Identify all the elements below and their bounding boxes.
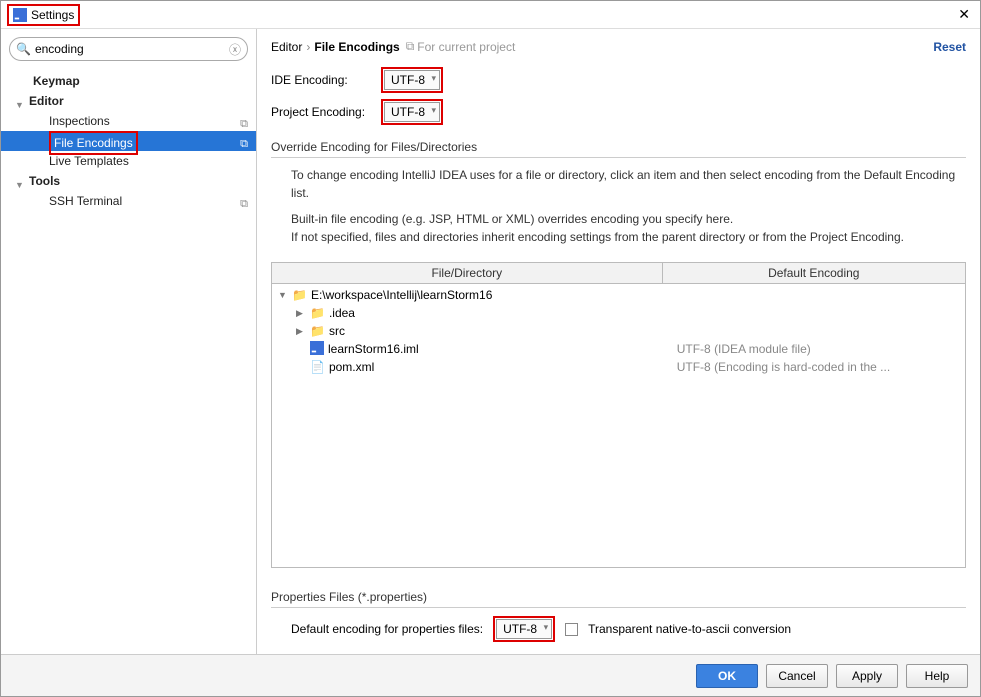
table-row[interactable]: ▶ 📁 src (272, 322, 965, 340)
folder-icon: 📁 (292, 288, 307, 302)
table-header: File/Directory Default Encoding (272, 263, 965, 284)
table-row[interactable]: ▶ 📁 .idea (272, 304, 965, 322)
file-name: E:\workspace\Intellij\learnStorm16 (311, 288, 492, 302)
ide-encoding-label: IDE Encoding: (271, 73, 375, 87)
properties-section-title: Properties Files (*.properties) (271, 590, 966, 608)
sidebar: 🔍 ⓧ Keymap▼EditorInspections⧉File Encodi… (1, 29, 257, 654)
folder-icon: 📁 (310, 306, 325, 320)
intellij-icon (13, 8, 27, 22)
table-row[interactable]: 📄 pom.xml UTF-8 (Encoding is hard-coded in… (272, 358, 965, 376)
sidebar-item-ssh-terminal[interactable]: SSH Terminal ⧉ (1, 191, 256, 211)
tree-arrow-icon: ▶ (296, 326, 306, 337)
ok-button[interactable]: OK (696, 664, 758, 688)
override-section-text: To change encoding IntelliJ IDEA uses fo… (271, 158, 966, 262)
file-name: .idea (329, 306, 355, 320)
sidebar-item-label: Live Templates (49, 154, 129, 168)
sidebar-item-file-encodings[interactable]: File Encodings⧉ (1, 131, 256, 151)
main-panel: Editor›File Encodings ⧉ For current proj… (257, 29, 980, 654)
file-name: src (329, 324, 345, 338)
window-title: Settings (31, 8, 74, 22)
sidebar-item-live-templates[interactable]: Live Templates (1, 151, 256, 171)
intellij-file-icon (310, 341, 324, 358)
sidebar-item-label: Inspections (49, 114, 110, 128)
breadcrumb: Editor›File Encodings (271, 39, 400, 54)
file-name: pom.xml (329, 360, 374, 374)
ide-encoding-dropdown[interactable]: UTF-8 (384, 70, 440, 90)
sidebar-item-label: SSH Terminal (49, 194, 122, 208)
reset-link[interactable]: Reset (933, 40, 966, 54)
table-row[interactable]: learnStorm16.iml UTF-8 (IDEA module file) (272, 340, 965, 358)
file-name: learnStorm16.iml (328, 342, 419, 356)
sidebar-item-keymap[interactable]: Keymap (1, 71, 256, 91)
cancel-button[interactable]: Cancel (766, 664, 828, 688)
file-encoding-value: UTF-8 (Encoding is hard-coded in the ... (671, 360, 965, 374)
project-encoding-dropdown[interactable]: UTF-8 (384, 102, 440, 122)
tree-arrow-icon: ▶ (296, 308, 306, 319)
sidebar-item-label: Editor (29, 94, 64, 108)
tree-arrow-icon: ▼ (278, 290, 288, 300)
sidebar-item-tools[interactable]: ▼Tools (1, 171, 256, 191)
file-encoding-value: UTF-8 (IDEA module file) (671, 342, 965, 356)
help-button[interactable]: Help (906, 664, 968, 688)
sidebar-item-editor[interactable]: ▼Editor (1, 91, 256, 111)
sidebar-item-label: Keymap (33, 74, 80, 88)
project-encoding-label: Project Encoding: (271, 105, 375, 119)
col-default-encoding[interactable]: Default Encoding (663, 263, 965, 283)
table-row[interactable]: ▼ 📁 E:\workspace\Intellij\learnStorm16 (272, 286, 965, 304)
for-current-project: ⧉ For current project (406, 39, 516, 54)
settings-window: Settings ✕ 🔍 ⓧ Keymap▼EditorInspections⧉… (0, 0, 981, 697)
properties-encoding-label: Default encoding for properties files: (291, 622, 483, 636)
file-encoding-table[interactable]: File/Directory Default Encoding ▼ 📁 E:\wor… (271, 262, 966, 568)
search-field[interactable] (35, 42, 225, 56)
transparent-ascii-checkbox[interactable] (565, 623, 578, 636)
sidebar-item-label: Tools (29, 174, 60, 188)
properties-encoding-dropdown[interactable]: UTF-8 (496, 619, 552, 639)
titlebar: Settings ✕ (1, 1, 980, 29)
copy-icon: ⧉ (240, 194, 248, 214)
copy-icon: ⧉ (406, 39, 415, 54)
sidebar-item-label: File Encodings (54, 136, 133, 150)
search-input[interactable]: 🔍 ⓧ (9, 37, 248, 61)
xml-file-icon: 📄 (310, 360, 325, 374)
dialog-footer: OK Cancel Apply Help (1, 654, 980, 696)
sidebar-item-inspections[interactable]: Inspections⧉ (1, 111, 256, 131)
apply-button[interactable]: Apply (836, 664, 898, 688)
override-section-title: Override Encoding for Files/Directories (271, 140, 966, 158)
col-file-directory[interactable]: File/Directory (272, 263, 663, 283)
settings-tree[interactable]: Keymap▼EditorInspections⧉File Encodings⧉… (1, 69, 256, 654)
close-icon[interactable]: ✕ (958, 6, 970, 23)
folder-icon: 📁 (310, 324, 325, 338)
search-icon: 🔍 (16, 42, 31, 56)
transparent-ascii-label: Transparent native-to-ascii conversion (588, 622, 791, 636)
clear-icon[interactable]: ⓧ (229, 41, 241, 58)
